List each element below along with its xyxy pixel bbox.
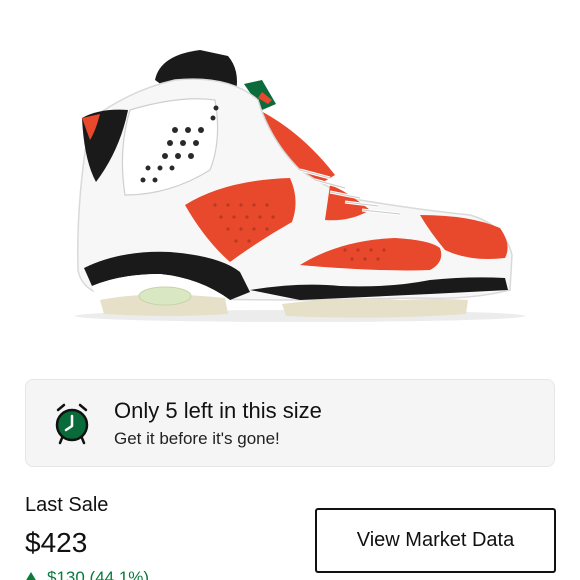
scarcity-subtitle: Get it before it's gone!	[114, 429, 280, 448]
sneaker-image[interactable]	[0, 0, 580, 360]
view-market-data-button[interactable]: View Market Data	[315, 508, 556, 573]
scarcity-title: Only 5 left in this size	[114, 398, 322, 423]
product-page: Only 5 left in this size Get it before i…	[0, 0, 580, 580]
sneaker-illustration	[75, 50, 525, 322]
price-change-value: $130 (44.1%)	[47, 568, 150, 580]
price-change: $130 (44.1%)	[25, 567, 149, 580]
alarm-clock-icon	[52, 401, 92, 445]
last-sale-price: $423	[25, 527, 88, 558]
last-sale-label: Last Sale	[25, 494, 109, 516]
up-arrow-icon	[25, 572, 37, 580]
